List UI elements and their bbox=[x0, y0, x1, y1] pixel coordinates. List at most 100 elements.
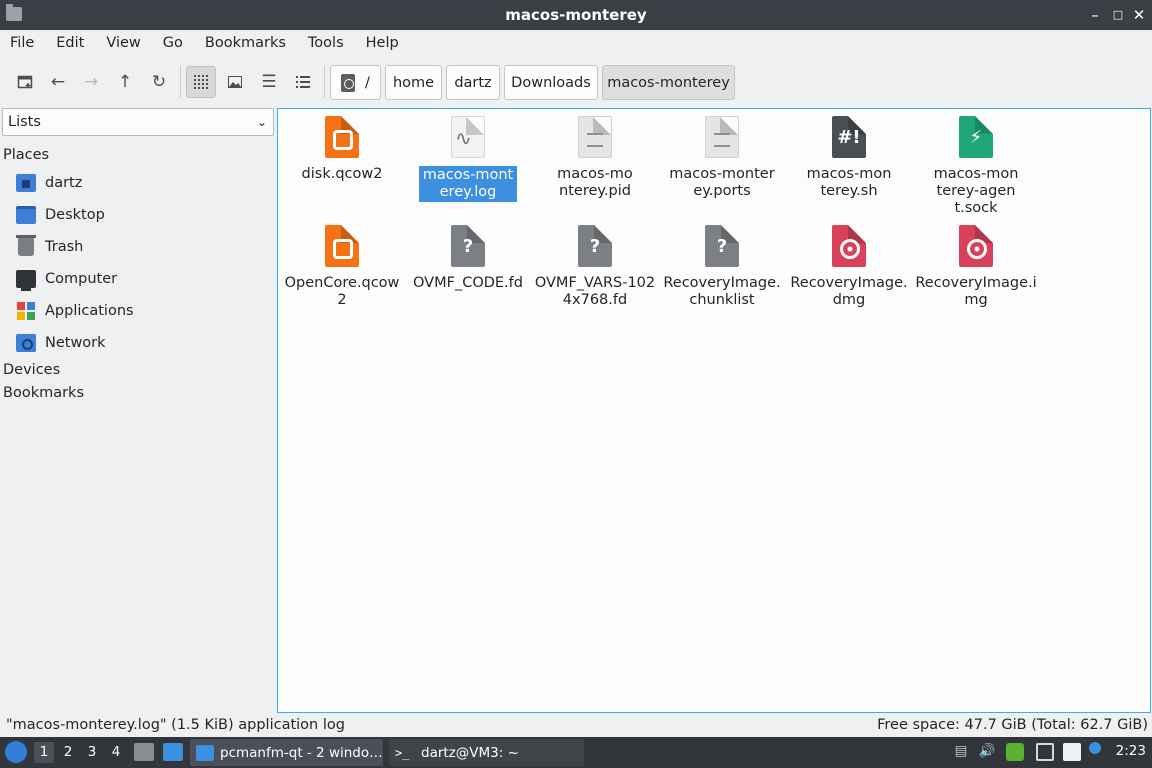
file-name: disk.qcow2 bbox=[301, 166, 383, 182]
new-window-icon[interactable] bbox=[10, 66, 40, 98]
arrow-up-icon: ↑ bbox=[117, 72, 133, 92]
file-name: RecoveryImage.chunklist bbox=[663, 275, 781, 308]
file-name: macos-monterey-agent.sock bbox=[933, 166, 1019, 216]
sidebar-item-label: Computer bbox=[45, 271, 118, 287]
computer-icon bbox=[16, 270, 36, 291]
clock[interactable]: 2:23 bbox=[1116, 743, 1146, 759]
applications-icon bbox=[16, 302, 36, 320]
status-bar: "macos-monterey.log" (1.5 KiB) applicati… bbox=[0, 715, 1152, 737]
detailed-list-view-icon bbox=[296, 76, 310, 88]
minimize-button[interactable]: – bbox=[1085, 5, 1105, 25]
icon-view-button[interactable] bbox=[186, 66, 216, 98]
tray-indicator-icon[interactable]: ▤ bbox=[952, 743, 970, 761]
menu-view[interactable]: View bbox=[106, 35, 140, 51]
sidebar-item-trash[interactable]: Trash bbox=[16, 235, 83, 259]
sidebar-item-computer[interactable]: Computer bbox=[16, 267, 117, 291]
window-titlebar[interactable]: macos-monterey – □ ✕ bbox=[0, 0, 1152, 30]
menu-go[interactable]: Go bbox=[163, 35, 183, 51]
back-button[interactable]: ← bbox=[43, 66, 73, 98]
sidebar-item-label: Applications bbox=[45, 303, 134, 319]
unknown-file-icon: ? bbox=[705, 225, 739, 267]
file-item[interactable]: macos-monterey.ports bbox=[659, 116, 785, 200]
file-item[interactable]: ? OVMF_VARS-1024x768.fd bbox=[532, 225, 658, 309]
sidebar-item-dartz[interactable]: dartz bbox=[16, 171, 82, 195]
file-item[interactable]: macos-monterey.pid bbox=[532, 116, 658, 200]
sidebar-item-label: Network bbox=[45, 335, 106, 351]
file-item[interactable]: disk.qcow2 bbox=[279, 116, 405, 183]
toolbar-separator bbox=[180, 66, 181, 98]
show-desktop-icon[interactable] bbox=[134, 743, 154, 761]
menu-edit[interactable]: Edit bbox=[56, 35, 84, 51]
network-status-icon[interactable] bbox=[1036, 743, 1054, 761]
socket-file-icon: ⚡ bbox=[959, 116, 993, 158]
file-view[interactable]: disk.qcow2 ∿ macos-monterey.log macos-mo… bbox=[277, 108, 1151, 713]
breadcrumb-label: macos-monterey bbox=[607, 74, 730, 91]
workspace-1[interactable]: 1 bbox=[34, 742, 54, 763]
status-free-space: Free space: 47.7 GiB (Total: 62.7 GiB) bbox=[877, 717, 1148, 733]
side-pane: Lists ⌄ Places dartz Desktop Trash Compu… bbox=[0, 108, 274, 712]
reload-button[interactable]: ↻ bbox=[144, 66, 174, 98]
file-item[interactable]: ⚡ macos-monterey-agent.sock bbox=[913, 116, 1039, 217]
reload-icon: ↻ bbox=[151, 72, 167, 92]
sidebar-item-network[interactable]: Network bbox=[16, 331, 106, 355]
file-item-selected[interactable]: ∿ macos-monterey.log bbox=[405, 116, 531, 202]
text-file-icon bbox=[578, 116, 612, 158]
file-name: OVMF_CODE.fd bbox=[413, 275, 523, 291]
thumbnail-view-button[interactable] bbox=[220, 66, 250, 98]
file-item[interactable]: ? OVMF_CODE.fd bbox=[405, 225, 531, 292]
notification-icon[interactable] bbox=[1089, 742, 1101, 754]
close-button[interactable]: ✕ bbox=[1129, 5, 1149, 25]
file-item[interactable]: RecoveryImage.dmg bbox=[786, 225, 912, 309]
file-item[interactable]: #! macos-monterey.sh bbox=[786, 116, 912, 200]
file-name: OpenCore.qcow2 bbox=[284, 275, 400, 308]
update-notifier-icon[interactable] bbox=[1006, 743, 1024, 761]
menu-file[interactable]: File bbox=[10, 35, 34, 51]
file-manager-launcher-icon[interactable] bbox=[163, 743, 183, 761]
sidebar-item-label: Trash bbox=[45, 239, 84, 255]
forward-button[interactable]: → bbox=[76, 66, 106, 98]
workspace-3[interactable]: 3 bbox=[82, 742, 102, 763]
devices-heading[interactable]: Devices bbox=[3, 362, 60, 378]
drive-icon bbox=[341, 73, 356, 92]
file-item[interactable]: OpenCore.qcow2 bbox=[279, 225, 405, 309]
terminal-icon: >_ bbox=[395, 745, 410, 760]
menu-bookmarks[interactable]: Bookmarks bbox=[205, 35, 286, 51]
file-name: macos-monterey.sh bbox=[806, 166, 892, 199]
file-item[interactable]: RecoveryImage.img bbox=[913, 225, 1039, 309]
detailed-list-view-button[interactable] bbox=[288, 66, 318, 98]
menu-bar: File Edit View Go Bookmarks Tools Help bbox=[0, 30, 1152, 56]
sidebar-item-applications[interactable]: Applications bbox=[16, 299, 134, 323]
breadcrumb-dartz[interactable]: dartz bbox=[446, 65, 500, 100]
maximize-button[interactable]: □ bbox=[1108, 5, 1128, 25]
menu-tools[interactable]: Tools bbox=[308, 35, 344, 51]
volume-icon[interactable]: 🔊 bbox=[978, 743, 996, 761]
clipboard-icon[interactable] bbox=[1063, 743, 1081, 761]
breadcrumb-downloads[interactable]: Downloads bbox=[504, 65, 598, 100]
log-file-icon: ∿ bbox=[451, 116, 485, 158]
status-selection-info: "macos-monterey.log" (1.5 KiB) applicati… bbox=[6, 717, 345, 733]
task-pcmanfm[interactable]: pcmanfm-qt - 2 windo… bbox=[190, 739, 383, 766]
compact-view-button[interactable]: ☰ bbox=[254, 66, 284, 98]
file-name: macos-monterey.pid bbox=[557, 166, 633, 199]
desktop-icon bbox=[16, 206, 36, 224]
arrow-right-icon: → bbox=[83, 72, 99, 92]
file-item[interactable]: ? RecoveryImage.chunklist bbox=[659, 225, 785, 309]
window-title: macos-monterey bbox=[505, 6, 647, 24]
home-folder-icon bbox=[16, 174, 36, 192]
breadcrumb-macos-monterey[interactable]: macos-monterey bbox=[602, 65, 735, 100]
bookmarks-heading[interactable]: Bookmarks bbox=[3, 385, 84, 401]
sidebar-item-label: Desktop bbox=[45, 207, 105, 223]
breadcrumb-root[interactable]: / bbox=[330, 65, 381, 100]
task-label: pcmanfm-qt - 2 windo… bbox=[220, 744, 383, 761]
task-terminal[interactable]: >_ dartz@VM3: ~ bbox=[389, 739, 584, 766]
side-pane-mode-select[interactable]: Lists ⌄ bbox=[2, 108, 274, 136]
places-heading[interactable]: Places bbox=[3, 147, 49, 163]
start-menu-button[interactable] bbox=[5, 741, 27, 763]
sidebar-item-desktop[interactable]: Desktop bbox=[16, 203, 105, 227]
file-name: macos-monterey.log bbox=[419, 166, 517, 202]
breadcrumb-home[interactable]: home bbox=[385, 65, 442, 100]
workspace-2[interactable]: 2 bbox=[58, 742, 78, 763]
menu-help[interactable]: Help bbox=[366, 35, 399, 51]
up-button[interactable]: ↑ bbox=[110, 66, 140, 98]
workspace-4[interactable]: 4 bbox=[106, 742, 126, 763]
